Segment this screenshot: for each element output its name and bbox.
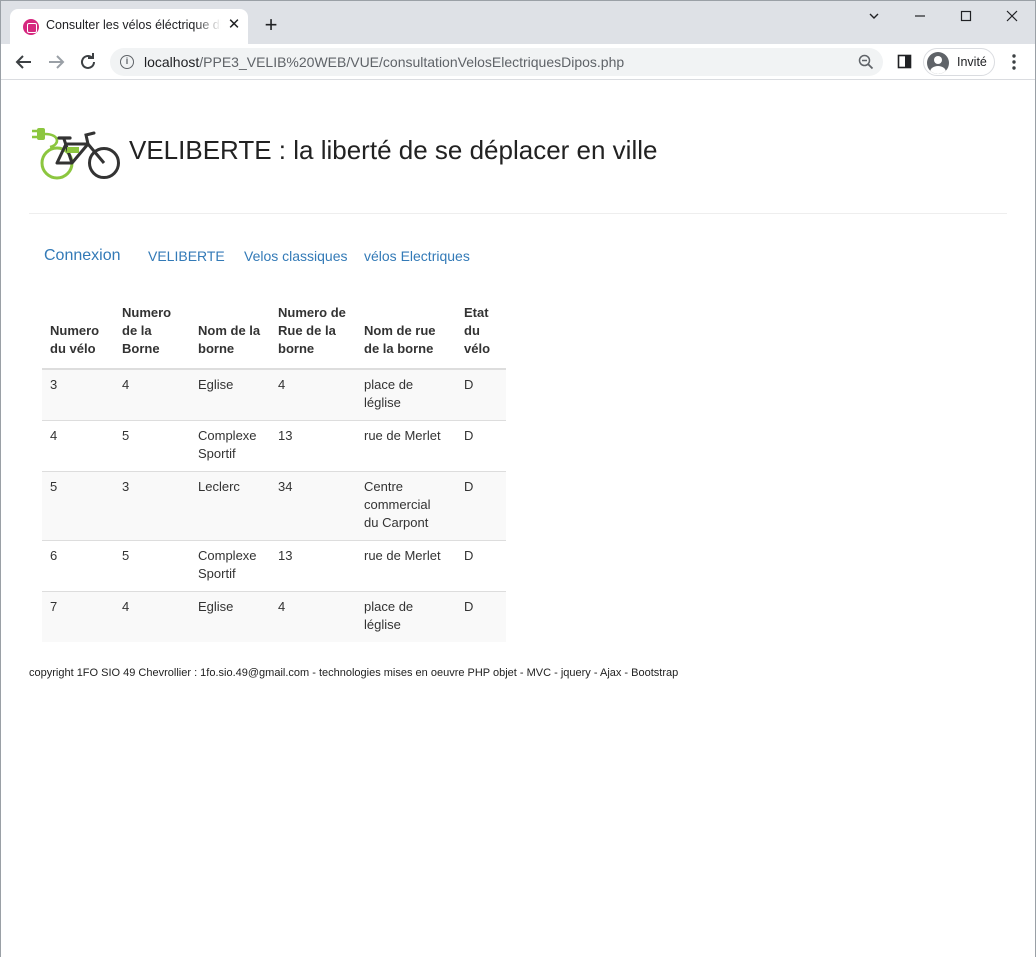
table-cell: Complexe Sportif — [190, 540, 270, 592]
table-cell: Eglise — [190, 368, 270, 421]
table-row: 7 4 Eglise 4 place de léglise D — [42, 591, 506, 642]
table-cell: D — [456, 471, 506, 541]
table-cell: Centre commercial du Carpont — [356, 471, 456, 541]
table-cell: D — [456, 368, 506, 421]
table-cell: 4 — [270, 368, 356, 421]
table-cell: 13 — [270, 540, 356, 592]
table-row: 5 3 Leclerc 34 Centre commercial du Carp… — [42, 471, 506, 541]
velos-table: Numero du vélo Numero de la Borne Nom de… — [42, 302, 506, 642]
table-cell: 7 — [42, 591, 114, 642]
page-content: VELIBERTE : la liberté de se déplacer en… — [1, 81, 1035, 957]
table-cell: 3 — [114, 471, 190, 541]
tab-search-icon[interactable] — [851, 1, 897, 31]
table-cell: 6 — [42, 540, 114, 592]
new-tab-icon[interactable]: + — [260, 14, 282, 36]
tab-title: Consulter les vélos éléctrique disponibl… — [46, 18, 221, 32]
browser-tab[interactable]: Consulter les vélos éléctrique disponibl… — [10, 9, 248, 44]
table-header-row: Numero du vélo Numero de la Borne Nom de… — [42, 302, 506, 370]
window-close-icon[interactable] — [989, 1, 1035, 31]
minimize-icon[interactable] — [897, 1, 943, 31]
table-cell: 34 — [270, 471, 356, 541]
avatar-icon — [927, 52, 949, 74]
url-text: localhost/PPE3_VELIB%20WEB/VUE/consultat… — [144, 54, 625, 70]
footer-copyright: copyright 1FO SIO 49 Chevrollier : 1fo.s… — [29, 667, 679, 679]
column-header: Numero de la Borne — [114, 302, 190, 370]
table-cell: 4 — [114, 591, 190, 642]
profile-button[interactable]: Invité — [923, 48, 995, 76]
column-header: Etat du vélo — [456, 302, 506, 370]
table-cell: place de léglise — [356, 368, 456, 421]
maximize-icon[interactable] — [943, 1, 989, 31]
tab-strip: Consulter les vélos éléctrique disponibl… — [1, 1, 1035, 44]
table-cell: 3 — [42, 368, 114, 421]
table-cell: rue de Merlet — [356, 420, 456, 472]
table-cell: 5 — [42, 471, 114, 541]
electric-bike-icon — [30, 125, 122, 181]
table-row: 3 4 Eglise 4 place de léglise D — [42, 368, 506, 421]
reload-icon[interactable] — [76, 50, 100, 74]
column-header: Nom de la borne — [190, 302, 270, 370]
kebab-menu-icon[interactable] — [1006, 52, 1022, 72]
profile-label: Invité — [957, 55, 987, 69]
tab-close-icon[interactable]: ✕ — [225, 16, 243, 34]
table-row: 4 5 Complexe Sportif 13 rue de Merlet D — [42, 420, 506, 472]
side-panel-icon[interactable] — [897, 54, 913, 70]
page-title: VELIBERTE : la liberté de se déplacer en… — [129, 135, 658, 165]
column-header: Numero de Rue de la borne — [270, 302, 356, 370]
table-cell: 4 — [114, 368, 190, 421]
back-icon[interactable] — [12, 50, 36, 74]
favicon-icon — [23, 19, 39, 35]
table-cell: Eglise — [190, 591, 270, 642]
nav-link-veliberte[interactable]: VELIBERTE — [148, 248, 225, 264]
table-cell: 4 — [42, 420, 114, 472]
table-row: 6 5 Complexe Sportif 13 rue de Merlet D — [42, 540, 506, 592]
forward-icon[interactable] — [44, 50, 68, 74]
table-cell: rue de Merlet — [356, 540, 456, 592]
table-cell: place de léglise — [356, 591, 456, 642]
browser-toolbar: i localhost/PPE3_VELIB%20WEB/VUE/consult… — [1, 44, 1035, 80]
nav-link-velos-classiques[interactable]: Velos classiques — [244, 248, 348, 264]
header-divider — [29, 213, 1007, 214]
site-info-icon[interactable]: i — [120, 55, 134, 69]
table-cell: 4 — [270, 591, 356, 642]
table-cell: Leclerc — [190, 471, 270, 541]
nav-link-connexion[interactable]: Connexion — [44, 247, 121, 265]
table-cell: 5 — [114, 420, 190, 472]
table-cell: 13 — [270, 420, 356, 472]
table-cell: D — [456, 420, 506, 472]
table-cell: D — [456, 591, 506, 642]
browser-window: Consulter les vélos éléctrique disponibl… — [0, 0, 1036, 957]
column-header: Numero du vélo — [42, 302, 114, 370]
address-bar[interactable]: i localhost/PPE3_VELIB%20WEB/VUE/consult… — [110, 48, 883, 76]
table-cell: 5 — [114, 540, 190, 592]
column-header: Nom de rue de la borne — [356, 302, 456, 370]
table-cell: Complexe Sportif — [190, 420, 270, 472]
nav-link-velos-electriques[interactable]: vélos Electriques — [364, 248, 470, 264]
table-cell: D — [456, 540, 506, 592]
zoom-icon[interactable] — [858, 54, 874, 70]
